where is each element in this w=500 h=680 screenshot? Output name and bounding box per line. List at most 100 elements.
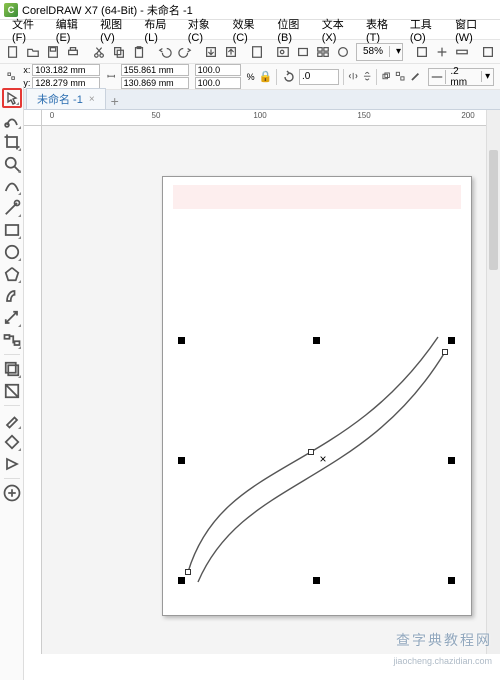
position-icon [6, 69, 16, 85]
copy-icon[interactable] [112, 43, 126, 61]
curve-node[interactable] [308, 449, 314, 455]
close-icon[interactable]: × [89, 94, 95, 105]
menu-text[interactable]: 文本(X) [316, 14, 358, 46]
scale-y-input[interactable] [195, 77, 241, 89]
smart-fill-tool[interactable] [2, 454, 22, 474]
watermark-text: 查字典教程网 [396, 630, 492, 650]
scale-x-input[interactable] [195, 64, 241, 76]
x-position-input[interactable] [32, 64, 100, 76]
pick-tool[interactable] [2, 88, 22, 108]
curve-node[interactable] [442, 349, 448, 355]
menu-effects[interactable]: 效果(C) [227, 14, 270, 46]
transparency-tool[interactable] [2, 381, 22, 401]
separator [4, 405, 20, 406]
scale-fields [195, 64, 241, 89]
size-fields [121, 64, 189, 89]
artistic-media-tool[interactable] [2, 198, 22, 218]
export-icon[interactable] [224, 43, 238, 61]
document-tab-label: 未命名 -1 [37, 91, 83, 107]
mirror-v-icon[interactable] [362, 69, 372, 85]
order-icon[interactable] [381, 69, 391, 85]
quick-customize-button[interactable] [2, 483, 22, 503]
mirror-h-icon[interactable] [348, 69, 358, 85]
outline-swatch-icon [429, 70, 446, 84]
document-tabs: 未命名 -1 × + [0, 90, 500, 110]
options2-icon[interactable] [481, 43, 495, 61]
guidelines-icon[interactable] [435, 43, 449, 61]
cut-icon[interactable] [92, 43, 106, 61]
import-icon[interactable] [204, 43, 218, 61]
options-icon[interactable] [316, 43, 330, 61]
pen-outline-icon[interactable] [410, 69, 420, 85]
watermark-url: jiaocheng.chazidian.com [393, 656, 492, 666]
shape-tool[interactable] [2, 110, 22, 130]
lock-ratio-icon[interactable]: 🔒 [259, 70, 273, 83]
ruler-tick-label: 100 [253, 111, 266, 120]
zoom-tool[interactable] [2, 154, 22, 174]
rotation-input[interactable] [299, 69, 339, 85]
drop-shadow-tool[interactable] [2, 359, 22, 379]
snap-icon[interactable] [415, 43, 429, 61]
menu-file[interactable]: 文件(F) [6, 14, 48, 46]
standard-toolbar: 58% ▾ [0, 40, 500, 64]
print-icon[interactable] [66, 43, 80, 61]
interactive-fill-tool[interactable] [2, 432, 22, 452]
menu-window[interactable]: 窗口(W) [449, 14, 494, 46]
menu-tools[interactable]: 工具(O) [404, 14, 447, 46]
group-icon[interactable] [395, 69, 405, 85]
ruler-tick-label: 150 [357, 111, 370, 120]
outline-width-value: .2 mm [446, 66, 481, 88]
vertical-scrollbar[interactable] [486, 110, 500, 654]
height-input[interactable] [121, 77, 189, 89]
ellipse-tool[interactable] [2, 242, 22, 262]
menu-layout[interactable]: 布局(L) [138, 14, 179, 46]
connector-tool[interactable] [2, 330, 22, 350]
save-icon[interactable] [46, 43, 60, 61]
separator [376, 69, 377, 85]
redo-icon[interactable] [178, 43, 192, 61]
app-launcher-icon[interactable] [336, 43, 350, 61]
open-icon[interactable] [26, 43, 40, 61]
scrollbar-thumb[interactable] [489, 150, 498, 270]
add-tab-button[interactable]: + [106, 93, 124, 109]
ruler-tick-label: 0 [50, 111, 54, 120]
zoom-level-combo[interactable]: 58% ▾ [356, 43, 403, 61]
canvas[interactable]: × [42, 126, 500, 654]
new-icon[interactable] [6, 43, 20, 61]
menu-edit[interactable]: 编辑(E) [50, 14, 92, 46]
rectangle-tool[interactable] [2, 220, 22, 240]
x-label: x: [20, 65, 30, 75]
menu-bitmap[interactable]: 位图(B) [271, 14, 313, 46]
separator [4, 478, 20, 479]
undo-icon[interactable] [158, 43, 172, 61]
paste-icon[interactable] [132, 43, 146, 61]
width-input[interactable] [121, 64, 189, 76]
curve-node[interactable] [185, 569, 191, 575]
separator [276, 69, 277, 85]
publish-pdf-icon[interactable] [250, 43, 264, 61]
ruler-origin[interactable] [24, 110, 42, 126]
ruler-vertical[interactable] [24, 126, 42, 654]
toolbox [0, 86, 24, 680]
text-tool[interactable] [2, 286, 22, 306]
search-content-icon[interactable] [276, 43, 290, 61]
menu-object[interactable]: 对象(C) [182, 14, 225, 46]
polygon-tool[interactable] [2, 264, 22, 284]
ruler-tick-label: 200 [461, 111, 474, 120]
ruler-horizontal[interactable]: 0 50 100 150 200 [42, 110, 500, 126]
chevron-down-icon[interactable]: ▾ [481, 71, 493, 82]
page: × [162, 176, 472, 616]
welcome-icon[interactable] [296, 43, 310, 61]
freehand-tool[interactable] [2, 176, 22, 196]
crop-tool[interactable] [2, 132, 22, 152]
color-eyedropper-tool[interactable] [2, 410, 22, 430]
curve-object[interactable] [163, 177, 473, 617]
chevron-down-icon[interactable]: ▾ [389, 46, 402, 57]
outline-width-combo[interactable]: .2 mm ▾ [428, 68, 494, 86]
align-icon[interactable] [455, 43, 469, 61]
menu-table[interactable]: 表格(T) [360, 14, 402, 46]
parallel-dimension-tool[interactable] [2, 308, 22, 328]
ruler-tick-label: 50 [152, 111, 161, 120]
menu-view[interactable]: 视图(V) [94, 14, 136, 46]
document-tab[interactable]: 未命名 -1 × [26, 88, 106, 109]
